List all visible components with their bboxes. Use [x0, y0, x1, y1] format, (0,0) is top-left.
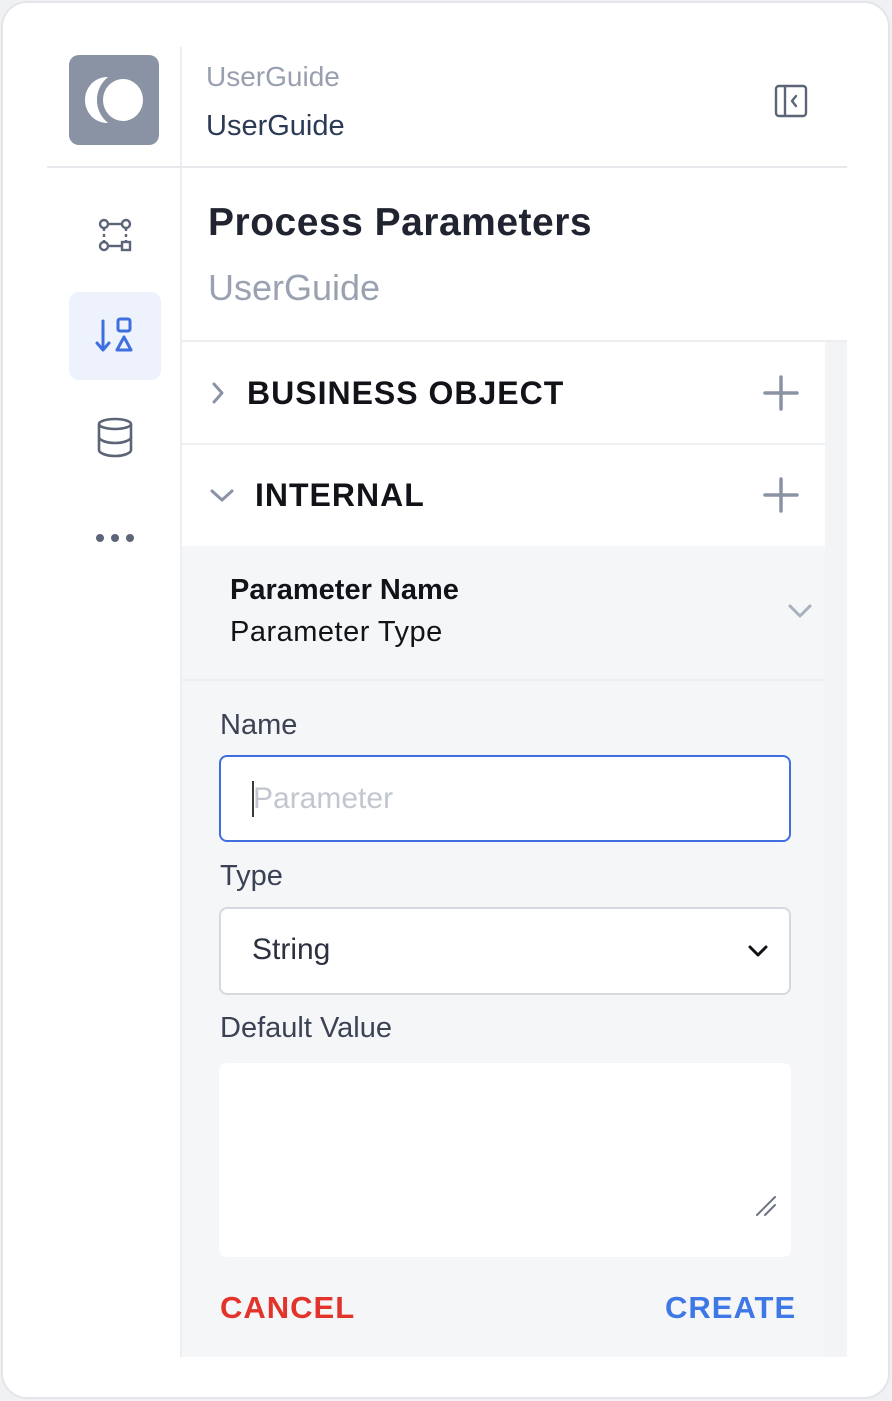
default-value-textarea[interactable] [219, 1063, 791, 1257]
rail-item-more[interactable] [69, 494, 161, 582]
section-internal[interactable]: INTERNAL [182, 445, 825, 545]
parameter-type-header: Parameter Type [230, 616, 443, 648]
section-label: BUSINESS OBJECT [247, 374, 565, 411]
parameter-name-header: Parameter Name [230, 574, 459, 606]
panel-title: Process Parameters [208, 201, 593, 244]
selected-type: String [252, 933, 331, 966]
app-window: UserGuide UserGuide Process Parameters U… [1, 1, 890, 1399]
workspace-title: UserGuide [206, 110, 345, 142]
logo-icon [85, 77, 143, 123]
parameter-row-divider [182, 679, 825, 681]
parameter-name-input[interactable] [219, 755, 791, 842]
default-value-label: Default Value [220, 1012, 392, 1044]
panel-divider [182, 340, 847, 342]
cancel-button[interactable]: CANCEL [220, 1290, 355, 1326]
workspace-name: UserGuide [206, 61, 340, 92]
create-button[interactable]: CREATE [665, 1290, 796, 1326]
resize-handle-icon[interactable] [753, 1193, 777, 1217]
chevron-down-icon [210, 489, 234, 502]
text-caret [252, 781, 254, 817]
parameter-type-select[interactable]: String [219, 907, 791, 995]
rail-item-process-parameters[interactable] [69, 292, 161, 380]
sidebar-collapse-icon [774, 84, 808, 118]
panel-subtitle: UserGuide [208, 267, 381, 308]
more-dots-icon [96, 534, 134, 542]
collapse-panel-button[interactable] [773, 83, 809, 119]
name-label: Name [220, 709, 298, 741]
rail-item-data[interactable] [69, 393, 161, 481]
chevron-down-icon [748, 945, 768, 957]
add-internal-parameter-icon[interactable] [761, 475, 801, 515]
header-divider [47, 166, 847, 168]
sort-shapes-icon [95, 317, 133, 352]
section-business-object[interactable]: BUSINESS OBJECT [182, 343, 825, 443]
chevron-down-icon[interactable] [785, 599, 815, 623]
app-logo[interactable] [69, 55, 159, 145]
flow-nodes-icon [98, 218, 132, 252]
type-label: Type [220, 860, 283, 892]
database-icon [97, 417, 133, 458]
section-label: INTERNAL [255, 476, 425, 513]
rail-item-process-flow[interactable] [69, 191, 161, 279]
chevron-right-icon [212, 382, 224, 404]
add-business-object-icon[interactable] [761, 373, 801, 413]
scrollbar-track[interactable] [825, 342, 847, 1357]
